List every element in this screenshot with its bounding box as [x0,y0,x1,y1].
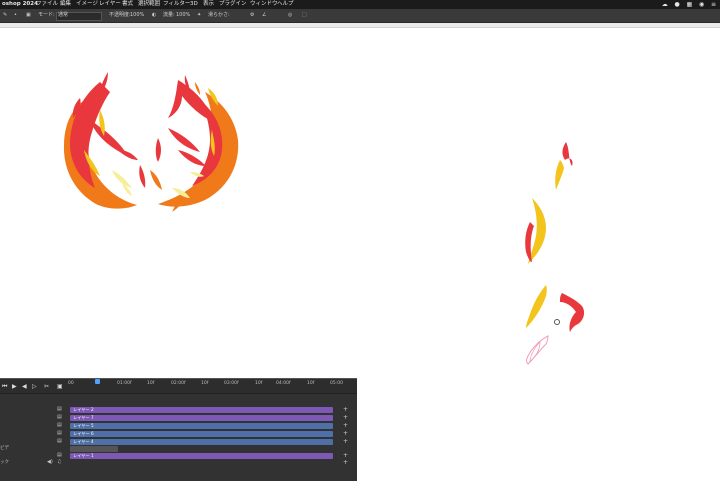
cloud-icon[interactable]: ☁ [662,0,668,9]
brush-size-icon[interactable]: • [14,9,17,22]
menu-window[interactable]: ウィンドウ [250,0,278,9]
menu-plugins[interactable]: プラグイン [219,0,247,9]
add-audio-icon[interactable]: + [343,459,348,466]
timeline-panel: ⏮ ▶ ◀ ▷ ✂ ▣ 00 01:00f 10f 02:00f 10f 03:… [0,378,357,481]
timeline-header: ⏮ ▶ ◀ ▷ ✂ ▣ 00 01:00f 10f 02:00f 10f 03:… [0,379,357,394]
app-name[interactable]: oshop 2024 [2,0,38,9]
tool-preset-icon[interactable]: ✎ [3,9,7,22]
first-frame-icon[interactable]: ⏮ [2,383,7,391]
ruler-label: 10f [255,381,263,386]
layer-track[interactable]: レイヤー 6 [70,431,333,437]
film-icon[interactable]: ▤ [57,414,62,420]
menu-layer[interactable]: レイヤー [99,0,121,9]
symmetry-icon[interactable]: ⬚ [302,9,307,22]
ruler-label: 05:00 [330,381,343,386]
ruler-label: 10f [307,381,315,386]
menu-filter[interactable]: フィルター [163,0,190,9]
flow-value[interactable]: 100% [176,9,190,22]
layer-track[interactable]: レイヤー 2 [70,407,333,413]
ruler-label: 03:00f [224,381,239,386]
flow-label: 流量: [163,12,175,18]
smoothing-label: 滑らかさ: [208,12,230,18]
video-group-track[interactable] [70,446,118,452]
transition-icon[interactable]: ▣ [57,383,63,390]
flame-frames-drawing [525,142,585,365]
menu-bar: oshop 2024 ファイル 編集 イメージ レイヤー 書式 選択範囲 フィル… [0,0,720,9]
menu-image[interactable]: イメージ [76,0,98,9]
ruler-label: 10f [201,381,209,386]
status-dot-icon[interactable]: ● [675,0,680,9]
scissors-icon[interactable]: ✂ [44,383,49,390]
track-label: レイヤー 6 [73,431,94,436]
menu-3d[interactable]: 3D [190,0,198,9]
menu-view[interactable]: 表示 [203,0,214,9]
next-frame-icon[interactable]: ▷ [32,383,37,390]
ruler-label: 01:00f [117,381,132,386]
flame-burst-drawing [63,72,239,212]
brush-cursor [554,319,560,325]
add-track-icon[interactable]: + [343,438,348,445]
add-track-icon[interactable]: + [343,430,348,437]
layer-track[interactable]: レイヤー 5 [70,423,333,429]
ruler-label: 04:00f [276,381,291,386]
ruler-label: 00 [68,381,74,386]
video-group-label: ビデ [0,446,9,451]
brush-preset-icon[interactable]: ▣ [26,9,31,22]
film-icon[interactable]: ▤ [57,430,62,436]
add-track-icon[interactable]: + [343,414,348,421]
mode-label: モード: [38,12,55,18]
opacity-value[interactable]: 100% [130,9,144,22]
menu-select[interactable]: 選択範囲 [138,0,160,9]
menu-edit[interactable]: 編集 [60,0,71,9]
film-icon[interactable]: ▤ [57,406,62,412]
audio-icon[interactable]: ◀) [47,459,53,465]
angle-icon[interactable]: ∠ [262,9,266,22]
playhead[interactable] [95,379,100,384]
control-center-icon[interactable]: ≡ [711,0,716,9]
add-track-icon[interactable]: + [343,452,348,459]
airbrush-icon[interactable]: ✦ [197,9,201,22]
options-bar: ✎ • ▣ モード: 通常 不透明度: 100% ◐ 流量: 100% ✦ 滑ら… [0,9,720,23]
layer-track[interactable]: レイヤー 7 [70,415,333,421]
ruler-label: 02:00f [171,381,186,386]
pressure-size-icon[interactable]: ◎ [288,9,292,22]
grid-icon[interactable]: ▦ [687,0,693,9]
film-icon[interactable]: ▤ [57,452,62,458]
add-track-icon[interactable]: + [343,422,348,429]
layer-track[interactable]: レイヤー 4 [70,439,333,445]
track-label: レイヤー 5 [73,423,94,428]
wifi-icon[interactable]: ◉ [699,0,704,9]
settings-icon[interactable]: ⚙ [250,9,254,22]
film-icon[interactable]: ▤ [57,422,62,428]
audio-track-label: ック [0,460,9,465]
add-track-icon[interactable]: + [343,406,348,413]
menu-type[interactable]: 書式 [122,0,133,9]
opacity-label: 不透明度: [109,12,131,18]
prev-frame-icon[interactable]: ◀ [22,383,27,390]
ruler-label: 10f [147,381,155,386]
track-label: レイヤー 4 [73,439,94,444]
menu-file[interactable]: ファイル [36,0,58,9]
track-label: レイヤー 1 [73,453,94,458]
film-icon[interactable]: ▤ [57,438,62,444]
mode-value: 通常 [58,12,69,18]
track-label: レイヤー 2 [73,407,94,412]
menu-help[interactable]: ヘルプ [277,0,294,9]
music-note-icon[interactable]: ♫ [57,459,61,465]
play-icon[interactable]: ▶ [12,383,17,390]
track-label: レイヤー 7 [73,415,94,420]
pressure-opacity-icon[interactable]: ◐ [152,9,156,22]
layer-track[interactable]: レイヤー 1 [70,453,333,459]
